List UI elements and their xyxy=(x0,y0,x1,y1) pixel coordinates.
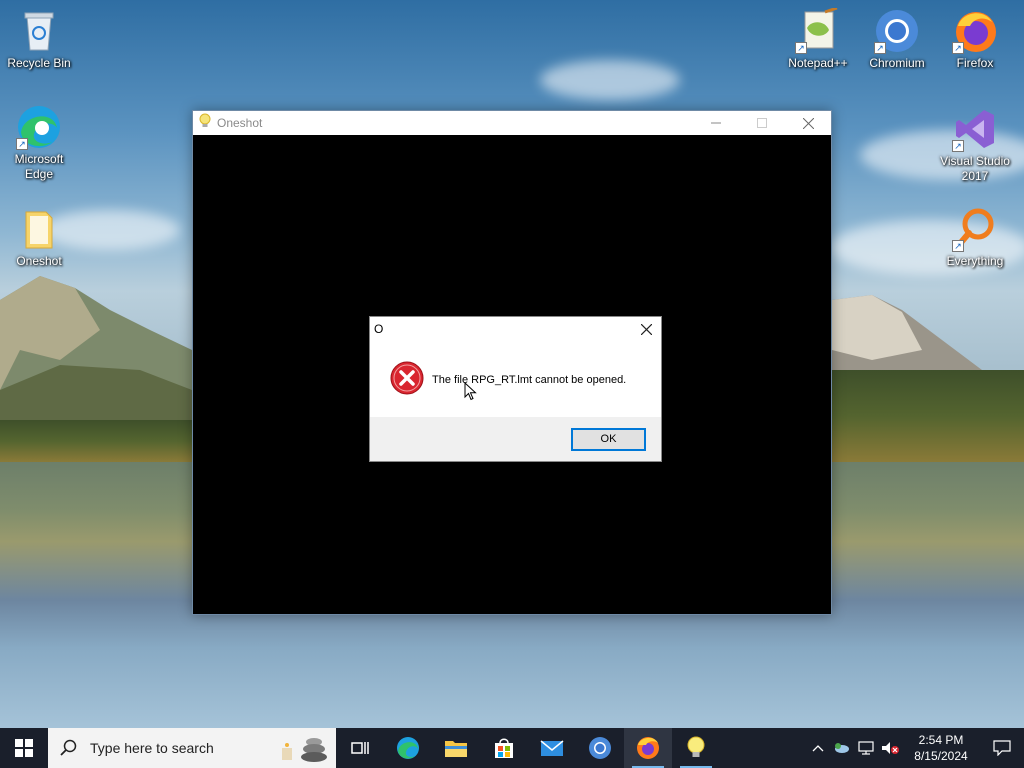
desktop-icon-label: Everything xyxy=(946,254,1004,268)
taskbar-file-explorer[interactable] xyxy=(432,728,480,768)
desktop-icon-label: Microsoft Edge xyxy=(14,152,64,181)
clock-date: 8/15/2024 xyxy=(914,749,968,763)
maximize-button[interactable] xyxy=(739,111,785,135)
network-icon xyxy=(858,741,874,755)
desktop-icon-notepad-plus-plus[interactable]: ↗ Notepad++ xyxy=(780,6,856,71)
edge-icon xyxy=(397,737,419,759)
file-explorer-icon xyxy=(445,741,467,757)
dialog-body: The file RPG_RT.lmt cannot be opened. xyxy=(370,341,661,419)
folder-icon xyxy=(16,206,62,252)
tray-volume-button[interactable] xyxy=(878,728,902,768)
taskbar-chromium[interactable] xyxy=(576,728,624,768)
visual-studio-icon: ↗ xyxy=(952,106,998,152)
desktop-icon-chromium[interactable]: ↗ Chromium xyxy=(859,8,935,71)
minimize-button[interactable] xyxy=(693,111,739,135)
error-dialog[interactable]: O The file RPG_RT.lmt cannot be opened. … xyxy=(369,316,662,462)
task-view-button[interactable] xyxy=(336,728,384,768)
notification-icon xyxy=(993,740,1011,756)
firefox-icon: ↗ xyxy=(952,8,998,54)
store-icon xyxy=(495,738,513,758)
task-view-icon xyxy=(351,742,369,754)
desktop-icon-label: Notepad++ xyxy=(788,56,848,70)
desktop-icon-label: Recycle Bin xyxy=(7,56,71,70)
mail-icon xyxy=(540,740,564,756)
desktop-icon-label: Visual Studio 2017 xyxy=(940,154,1010,183)
action-center-button[interactable] xyxy=(980,728,1024,768)
tray-network-button[interactable] xyxy=(854,728,878,768)
minimize-icon xyxy=(711,122,721,124)
dialog-footer: OK xyxy=(370,417,661,461)
taskbar-clock[interactable]: 2:54 PM 8/15/2024 xyxy=(902,732,980,764)
maximize-icon xyxy=(757,118,767,128)
ok-button[interactable]: OK xyxy=(571,427,646,451)
taskbar: Type here to search 2:54 PM 8/15/2024 xyxy=(0,728,1024,768)
taskbar-mail[interactable] xyxy=(528,728,576,768)
desktop-icon-label: Oneshot xyxy=(16,254,62,268)
clock-time: 2:54 PM xyxy=(918,733,964,747)
lightbulb-icon xyxy=(687,736,705,757)
taskbar-oneshot[interactable] xyxy=(672,728,720,768)
firefox-icon xyxy=(637,737,659,759)
lightbulb-icon xyxy=(199,113,211,134)
desktop-icon-recycle-bin[interactable]: Recycle Bin xyxy=(1,8,77,71)
error-icon xyxy=(390,361,424,400)
desktop-icon-microsoft-edge[interactable]: ↗ Microsoft Edge xyxy=(1,104,77,182)
desktop-icon-visual-studio[interactable]: ↗ Visual Studio 2017 xyxy=(937,106,1013,184)
cloud-sync-icon xyxy=(835,743,849,753)
search-highlight-icon xyxy=(282,738,327,762)
show-hidden-icons-button[interactable] xyxy=(806,728,830,768)
dialog-close-button[interactable] xyxy=(631,317,661,341)
taskbar-search-box[interactable]: Type here to search xyxy=(48,728,336,768)
desktop-icon-oneshot[interactable]: Oneshot xyxy=(1,206,77,269)
chromium-icon xyxy=(589,737,611,759)
taskbar-store[interactable] xyxy=(480,728,528,768)
everything-search-icon: ↗ xyxy=(952,206,998,252)
chevron-up-icon xyxy=(812,745,824,752)
close-button[interactable] xyxy=(785,111,831,135)
dialog-message: The file RPG_RT.lmt cannot be opened. xyxy=(432,374,627,386)
edge-icon: ↗ xyxy=(16,104,62,150)
notepad-plus-plus-icon: ↗ xyxy=(795,6,841,54)
mouse-cursor-icon xyxy=(464,382,477,401)
taskbar-firefox[interactable] xyxy=(624,728,672,768)
desktop-icon-firefox[interactable]: ↗ Firefox xyxy=(937,8,1013,71)
taskbar-edge[interactable] xyxy=(384,728,432,768)
start-button[interactable] xyxy=(0,728,48,768)
search-placeholder: Type here to search xyxy=(90,740,214,756)
tray-onedrive-button[interactable] xyxy=(830,728,854,768)
close-icon xyxy=(640,323,652,335)
desktop-icon-label: Firefox xyxy=(956,56,994,70)
chromium-icon: ↗ xyxy=(874,8,920,54)
system-tray: 2:54 PM 8/15/2024 xyxy=(806,728,1024,768)
search-icon xyxy=(60,739,77,756)
desktop-icon-label: Chromium xyxy=(869,56,925,70)
desktop-icon-everything[interactable]: ↗ Everything xyxy=(937,206,1013,269)
window-title: Oneshot xyxy=(217,116,263,130)
recycle-bin-icon xyxy=(16,8,62,54)
window-titlebar[interactable]: Oneshot xyxy=(193,111,831,135)
close-icon xyxy=(802,117,814,129)
windows-logo-icon xyxy=(15,739,33,757)
dialog-titlebar[interactable]: O xyxy=(370,317,661,341)
dialog-title: O xyxy=(374,322,384,336)
volume-muted-icon xyxy=(882,742,899,754)
